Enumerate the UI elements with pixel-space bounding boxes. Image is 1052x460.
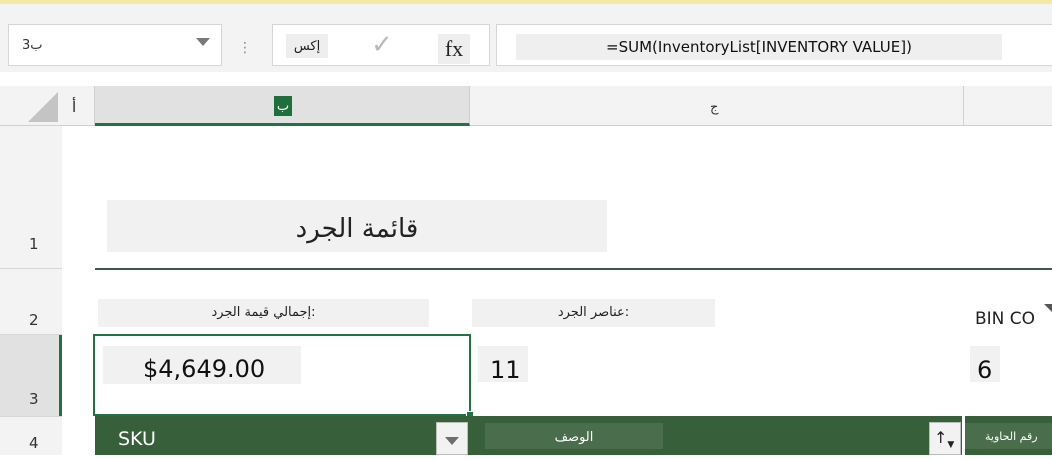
title-underline <box>95 268 1052 270</box>
table-header-bin: رقم الحاوية <box>985 430 1038 443</box>
total-value: $4,649.00 <box>143 355 266 383</box>
row-header-2[interactable]: 2 <box>0 311 62 329</box>
column-header-c-label: ج <box>710 100 719 115</box>
row-divider <box>0 334 62 335</box>
row-divider <box>0 268 62 269</box>
select-all-button[interactable] <box>28 92 58 122</box>
row-header-4[interactable]: 4 <box>0 434 62 452</box>
bin-label[interactable]: BIN CO <box>975 309 1035 329</box>
name-box-value: 3ب <box>22 38 43 53</box>
checkmark-icon[interactable]: ✓ <box>366 30 398 60</box>
bin-value: 6 <box>977 356 993 384</box>
chevron-down-icon <box>445 437 459 445</box>
more-options-icon[interactable]: ⋮ <box>238 40 252 56</box>
row-header-1[interactable]: 1 <box>0 235 62 253</box>
chevron-down-icon[interactable] <box>196 38 210 46</box>
column-header-b-label: ب <box>274 96 292 116</box>
insert-function-button[interactable]: fx <box>438 34 470 64</box>
table-header-sku[interactable]: SKU <box>118 428 156 450</box>
formula-text[interactable]: =SUM(InventoryList[INVENTORY VALUE]) <box>516 34 1002 60</box>
total-value-label: إجمالي قيمة الجرد: <box>211 305 316 320</box>
column-header-a-label: أ <box>72 98 77 116</box>
sheet-title: قائمة الجرد <box>295 214 419 244</box>
cancel-button[interactable]: إكس <box>286 34 328 58</box>
comment-indicator-icon <box>1044 304 1052 312</box>
item-count-label: عناصر الجرد: <box>557 305 630 320</box>
item-count-value: 11 <box>490 356 521 384</box>
table-header-description: الوصف <box>554 430 594 445</box>
sort-ascending-icon: ↑ <box>934 428 948 447</box>
row-header-3[interactable]: 3 <box>0 390 62 408</box>
row-divider <box>0 416 62 417</box>
column-header-a[interactable] <box>62 86 95 126</box>
sort-filter-button[interactable]: ↑▼ <box>929 422 961 455</box>
chevron-down-icon: ▼ <box>947 440 955 450</box>
